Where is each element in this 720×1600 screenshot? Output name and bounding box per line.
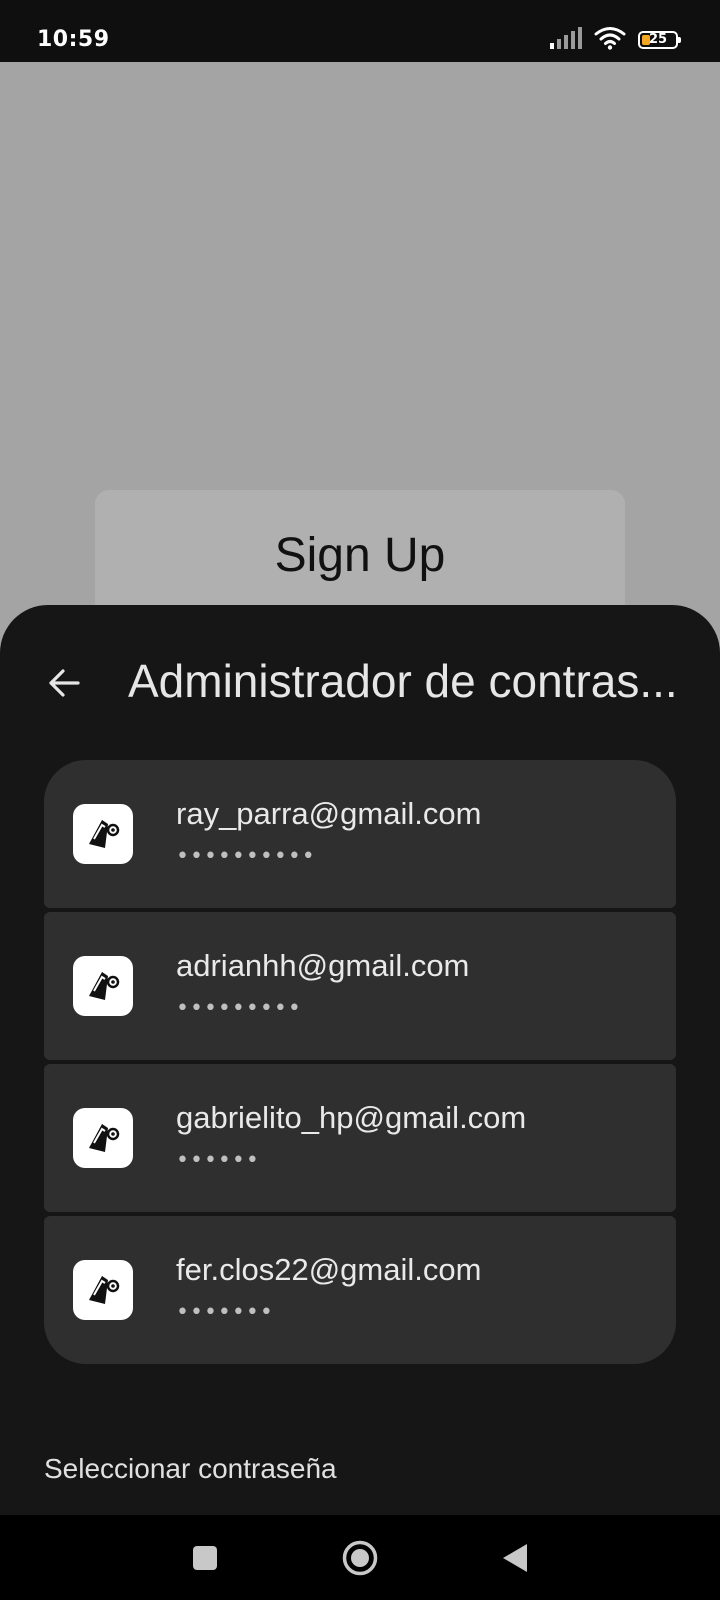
account-password: ••••••	[176, 1148, 260, 1173]
account-password: ••••••••••	[176, 844, 316, 869]
account-password: •••••••	[176, 1300, 274, 1325]
battery-icon: 25	[638, 31, 681, 49]
account-item[interactable]: adrianhh@gmail.com •••••••••	[44, 912, 676, 1060]
app-logo-icon	[73, 804, 133, 864]
status-time: 10:59	[37, 27, 110, 52]
signup-button[interactable]: Sign Up	[95, 490, 625, 620]
password-manager-sheet: Administrador de contras... ray_parra@gm…	[0, 605, 720, 1515]
recents-icon[interactable]	[165, 1515, 245, 1600]
account-email: fer.clos22@gmail.com	[176, 1252, 482, 1287]
app-logo-icon	[73, 956, 133, 1016]
signup-button-label: Sign Up	[274, 529, 446, 582]
account-list: ray_parra@gmail.com •••••••••• adrianhh@…	[44, 760, 676, 1364]
select-password-link[interactable]: Seleccionar contraseña	[44, 1451, 337, 1487]
battery-level: 25	[648, 32, 668, 47]
account-item[interactable]: ray_parra@gmail.com ••••••••••	[44, 760, 676, 908]
app-logo-icon	[73, 1260, 133, 1320]
account-email: ray_parra@gmail.com	[176, 796, 482, 831]
navigation-bar	[0, 1515, 720, 1600]
back-icon[interactable]	[475, 1515, 555, 1600]
account-email: gabrielito_hp@gmail.com	[176, 1100, 527, 1135]
account-password: •••••••••	[176, 996, 302, 1021]
account-email: adrianhh@gmail.com	[176, 948, 470, 983]
status-bar: 10:59 25	[0, 0, 720, 62]
signal-icon	[550, 27, 582, 53]
sheet-title: Administrador de contras...	[128, 655, 678, 707]
app-logo-icon	[73, 1108, 133, 1168]
wifi-icon	[594, 26, 626, 54]
account-item[interactable]: gabrielito_hp@gmail.com ••••••	[44, 1064, 676, 1212]
home-icon[interactable]	[320, 1515, 400, 1600]
account-item[interactable]: fer.clos22@gmail.com •••••••	[44, 1216, 676, 1364]
back-arrow-icon[interactable]	[44, 663, 84, 703]
status-icons: 25	[550, 26, 681, 54]
